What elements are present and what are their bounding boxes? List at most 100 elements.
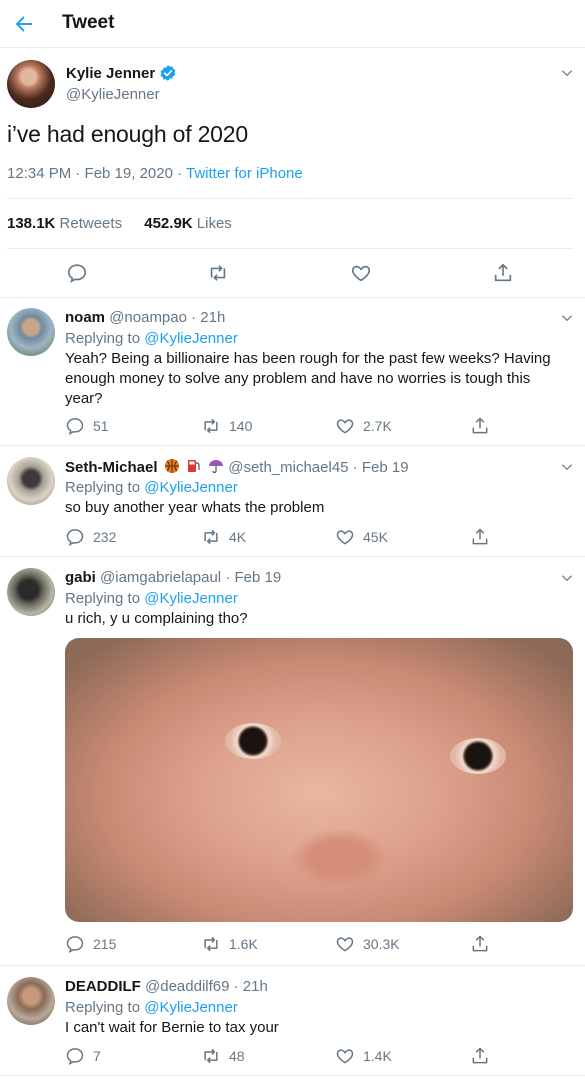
reply-count: 51 [93,418,109,434]
divider [7,248,573,249]
chevron-down-icon[interactable] [560,460,574,474]
mention-link[interactable]: @KylieJenner [144,590,238,607]
umbrella-emoji-icon [209,460,224,474]
reply-timestamp[interactable]: · Feb 19 [225,569,281,586]
replying-prefix: Replying to [65,590,145,607]
author-name[interactable]: Seth-Michael [65,459,158,476]
replying-prefix: Replying to [65,479,145,496]
retweet-button[interactable]: 140 [201,416,252,436]
reply-button[interactable]: 232 [65,527,116,547]
share-button[interactable] [470,934,498,954]
replying-prefix: Replying to [65,330,145,347]
reply-actions: 215 1.6K 30.3K [65,934,565,956]
avatar[interactable] [7,60,55,108]
author-handle[interactable]: @seth_michael45 [228,459,348,476]
reply-timestamp[interactable]: · Feb 19 [353,459,409,476]
chevron-down-icon[interactable] [560,571,574,585]
avatar[interactable] [7,977,55,1025]
reply-tweet[interactable]: DEADDILF @deaddilf69 · 21h Replying to @… [0,966,585,1076]
reply-tweet[interactable]: noam @noampao · 21h Replying to @KylieJe… [0,297,585,446]
like-heart-icon [336,530,354,545]
like-button[interactable]: 45K [335,527,388,547]
like-button[interactable]: 2.7K [335,416,392,436]
reply-icon [66,418,84,435]
retweets-label: Retweets [55,215,123,232]
author-handle[interactable]: @noampao [109,309,187,326]
reply-button[interactable]: 51 [65,416,109,436]
author-name[interactable]: noam [65,309,105,326]
retweet-count: 4K [229,529,247,545]
share-icon [472,1047,488,1064]
reply-icon[interactable] [66,262,88,284]
retweets-stat[interactable]: 138.1K Retweets [7,215,122,232]
like-button[interactable]: 1.4K [335,1046,392,1066]
author-handle[interactable]: @KylieJenner [66,86,160,103]
reply-icon [66,1048,84,1065]
reply-text: I can't wait for Bernie to tax your [65,1019,279,1036]
retweet-button[interactable]: 48 [201,1046,245,1066]
reply-count: 215 [93,936,117,952]
share-icon [472,417,488,434]
retweet-count: 1.6K [229,936,258,952]
share-button[interactable] [470,416,498,436]
author-name[interactable]: Kylie Jenner [66,65,155,82]
divider [7,198,573,199]
reply-header: DEADDILF @deaddilf69 · 21h [65,978,268,995]
author-name[interactable]: DEADDILF [65,978,141,995]
likes-count: 452.9K [144,215,193,232]
reply-header: Seth-Michael @seth_michael45 · Feb 19 [65,458,409,476]
back-arrow-icon[interactable] [12,12,36,36]
reply-text: Yeah? Being a billionaire has been rough… [65,350,551,407]
retweet-icon [204,529,218,545]
retweet-count: 140 [229,418,253,434]
reply-button[interactable]: 215 [65,934,116,954]
mention-link[interactable]: @KylieJenner [144,330,238,347]
avatar[interactable] [7,308,55,356]
likes-stat[interactable]: 452.9K Likes [144,215,232,232]
tweet-source-link[interactable]: Twitter for iPhone [186,165,303,182]
reply-actions: 7 48 1.4K [65,1046,565,1068]
share-icon[interactable] [492,262,514,284]
reply-count: 7 [93,1048,101,1064]
reply-timestamp[interactable]: · 21h [191,309,225,326]
mention-link[interactable]: @KylieJenner [144,479,238,496]
reply-timestamp[interactable]: · 21h [234,978,268,995]
replying-prefix: Replying to [65,999,145,1016]
tweet-timestamp[interactable]: 12:34 PM · Feb 19, 2020 [7,165,173,182]
tweet-stats: 138.1K Retweets 452.9K Likes [7,215,232,232]
author-name[interactable]: gabi [65,569,96,586]
share-button[interactable] [470,527,498,547]
reply-header: noam @noampao · 21h [65,309,225,326]
retweet-icon [204,418,218,434]
like-heart-icon [336,1049,354,1064]
retweet-button[interactable]: 1.6K [201,934,258,954]
reply-text: u rich, y u complaining tho? [65,610,248,627]
like-button[interactable]: 30.3K [335,934,400,954]
like-heart-icon[interactable] [350,262,372,284]
like-count: 30.3K [363,936,400,952]
reply-icon [66,529,84,546]
attached-photo[interactable] [65,638,573,922]
reply-button[interactable]: 7 [65,1046,101,1066]
share-button[interactable] [470,1046,498,1066]
author-handle[interactable]: @iamgabrielapaul [100,569,221,586]
mention-link[interactable]: @KylieJenner [144,999,238,1016]
avatar[interactable] [7,457,55,505]
tweet-text: i’ve had enough of 2020 [7,121,248,147]
retweet-button[interactable]: 4K [201,527,246,547]
replying-to: Replying to @KylieJenner [65,329,565,349]
share-icon [472,935,488,952]
verified-badge-icon [160,65,176,81]
author-handle[interactable]: @deaddilf69 [145,978,229,995]
reply-tweet[interactable]: gabi @iamgabrielapaul · Feb 19 Replying … [0,557,585,966]
reply-count: 232 [93,529,117,545]
chevron-down-icon[interactable] [560,311,574,325]
replying-to: Replying to @KylieJenner [65,478,565,498]
reply-tweet[interactable]: Seth-Michael @seth_michael45 · Feb 19 Re… [0,446,585,557]
page-title: Tweet [62,12,115,33]
avatar[interactable] [7,568,55,616]
reply-actions: 51 140 2.7K [65,416,565,438]
retweet-icon[interactable] [207,262,229,284]
photo-eye-left [225,723,281,759]
chevron-down-icon[interactable] [560,66,574,80]
